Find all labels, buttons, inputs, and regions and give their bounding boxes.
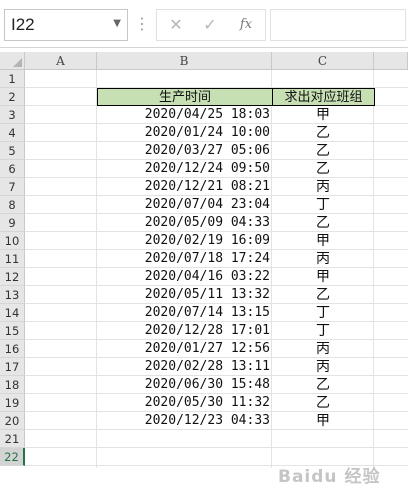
select-all-triangle-icon — [13, 58, 22, 67]
select-all-corner[interactable] — [0, 52, 25, 70]
row-header-5[interactable]: 5 — [0, 142, 25, 160]
cell-production-time[interactable]: 2020/01/24 10:00 — [97, 124, 270, 142]
row-header-19[interactable]: 19 — [0, 394, 25, 412]
cell-team[interactable]: 丙 — [272, 358, 374, 376]
cell-production-time[interactable]: 2020/05/30 11:32 — [97, 394, 270, 412]
cell-team[interactable]: 乙 — [272, 394, 374, 412]
cell-team[interactable]: 乙 — [272, 376, 374, 394]
row-header-11[interactable]: 11 — [0, 250, 25, 268]
cell-production-time[interactable]: 2020/12/28 17:01 — [97, 322, 270, 340]
cell-production-time[interactable]: 2020/12/24 09:50 — [97, 160, 270, 178]
cell-team[interactable]: 丙 — [272, 178, 374, 196]
cell-production-time[interactable]: 2020/01/27 12:56 — [97, 340, 270, 358]
cell-team[interactable]: 甲 — [272, 412, 374, 430]
cell-team[interactable]: 乙 — [272, 124, 374, 142]
cell-production-time[interactable]: 2020/07/04 23:04 — [97, 196, 270, 214]
cell-production-time[interactable]: 2020/02/28 13:11 — [97, 358, 270, 376]
row-header-13[interactable]: 13 — [0, 286, 25, 304]
cell-production-time[interactable]: 2020/07/18 17:24 — [97, 250, 270, 268]
row-header-15[interactable]: 15 — [0, 322, 25, 340]
cell-production-time[interactable]: 2020/12/23 04:33 — [97, 412, 270, 430]
column-header-b[interactable]: B — [97, 52, 272, 70]
cell-production-time[interactable]: 2020/05/09 04:33 — [97, 214, 270, 232]
formula-buttons: ✕ ✓ fx — [156, 9, 266, 41]
cell-team[interactable]: 乙 — [272, 286, 374, 304]
cell-production-time[interactable]: 2020/02/19 16:09 — [97, 232, 270, 250]
row-header-22[interactable]: 22 — [0, 448, 25, 466]
row-header-14[interactable]: 14 — [0, 304, 25, 322]
chevron-down-icon[interactable]: ▼ — [113, 18, 121, 29]
name-box-value: I22 — [11, 15, 35, 34]
cell-team[interactable]: 甲 — [272, 232, 374, 250]
cell-production-time[interactable]: 2020/04/25 18:03 — [97, 106, 270, 124]
formula-bar: I22 ▼ ⋮ ✕ ✓ fx — [0, 0, 408, 48]
row-header-20[interactable]: 20 — [0, 412, 25, 430]
row-header-8[interactable]: 8 — [0, 196, 25, 214]
cell-team[interactable]: 丁 — [272, 304, 374, 322]
cell-production-time[interactable]: 2020/12/21 08:21 — [97, 178, 270, 196]
row-header-4[interactable]: 4 — [0, 124, 25, 142]
row-header-7[interactable]: 7 — [0, 178, 25, 196]
spreadsheet-grid[interactable]: ABC 1 2 3 4 5 6 7 8 9 10 11 12 13 14 15 16 17 18 19 20 21 22 … — [0, 52, 408, 487]
column-header-a[interactable]: A — [25, 52, 97, 70]
column-header-c[interactable]: C — [272, 52, 374, 70]
column-header-filler — [374, 52, 408, 70]
cell-team[interactable]: 乙 — [272, 142, 374, 160]
cell-team[interactable]: 乙 — [272, 214, 374, 232]
cell-production-time[interactable]: 2020/05/11 13:32 — [97, 286, 270, 304]
row-gridline — [25, 447, 408, 448]
insert-function-button[interactable]: fx — [235, 14, 257, 36]
formula-input[interactable] — [270, 9, 406, 41]
cell-team[interactable]: 甲 — [272, 268, 374, 286]
cell-production-time[interactable]: 2020/06/30 15:48 — [97, 376, 270, 394]
name-box[interactable]: I22 ▼ — [4, 9, 128, 41]
enter-icon[interactable]: ✓ — [199, 14, 221, 36]
row-header-9[interactable]: 9 — [0, 214, 25, 232]
row-header-2[interactable]: 2 — [0, 88, 25, 106]
row-header-10[interactable]: 10 — [0, 232, 25, 250]
row-header-1[interactable]: 1 — [0, 70, 25, 88]
cell-team[interactable]: 甲 — [272, 106, 374, 124]
cell-team[interactable]: 丙 — [272, 340, 374, 358]
baidu-watermark: Baidu 经验 — [278, 467, 381, 487]
row-header-21[interactable]: 21 — [0, 430, 25, 448]
row-header-16[interactable]: 16 — [0, 340, 25, 358]
row-header-18[interactable]: 18 — [0, 376, 25, 394]
row-header-17[interactable]: 17 — [0, 358, 25, 376]
cell-team[interactable]: 丁 — [272, 196, 374, 214]
cell-production-time[interactable]: 2020/07/14 13:15 — [97, 304, 270, 322]
cell-team[interactable]: 乙 — [272, 160, 374, 178]
cancel-icon[interactable]: ✕ — [165, 14, 187, 36]
cell-production-time[interactable]: 2020/04/16 03:22 — [97, 268, 270, 286]
header-cell-team[interactable]: 求出对应班组 — [272, 88, 375, 106]
cell-production-time[interactable]: 2020/03/27 05:06 — [97, 142, 270, 160]
row-header-6[interactable]: 6 — [0, 160, 25, 178]
header-cell-production-time[interactable]: 生产时间 — [97, 88, 273, 106]
row-header-12[interactable]: 12 — [0, 268, 25, 286]
row-header-3[interactable]: 3 — [0, 106, 25, 124]
cell-team[interactable]: 丙 — [272, 250, 374, 268]
cell-team[interactable]: 丁 — [272, 322, 374, 340]
more-options-icon[interactable]: ⋮ — [134, 14, 150, 33]
